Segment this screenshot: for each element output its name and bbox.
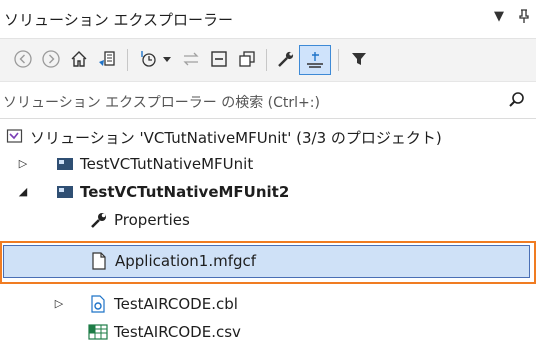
collapse-arrow-icon[interactable]: ◢ bbox=[16, 185, 30, 198]
expand-arrow-icon[interactable]: ▷ bbox=[16, 157, 30, 170]
home-icon[interactable] bbox=[66, 46, 92, 72]
search-icon[interactable] bbox=[508, 91, 526, 113]
project-icon bbox=[56, 183, 74, 201]
solution-explorer-toolbar bbox=[0, 39, 536, 82]
window-position-dropdown-icon[interactable]: ▼ bbox=[494, 9, 504, 27]
tree-item-project[interactable]: ◢ TestVCTutNativeMFUnit2 bbox=[0, 178, 536, 206]
cobol-file-icon bbox=[90, 295, 108, 313]
tree-item-label: Properties bbox=[114, 211, 190, 229]
show-all-files-icon[interactable] bbox=[234, 46, 260, 72]
tree-item-label: TestVCTutNativeMFUnit bbox=[80, 155, 254, 173]
solution-icon bbox=[6, 127, 24, 145]
tree-item-solution[interactable]: ソリューション 'VCTutNativeMFUnit' (3/3 のプロジェクト… bbox=[0, 122, 536, 150]
properties-wrench-icon[interactable] bbox=[273, 46, 299, 72]
tree-item-label: TestVCTutNativeMFUnit2 bbox=[80, 183, 290, 201]
toolbar-separator bbox=[338, 49, 339, 71]
tree-item-project[interactable]: ▷ TestVCTutNativeMFUnit bbox=[0, 150, 536, 178]
toolbar-separator bbox=[266, 49, 267, 71]
expand-arrow-icon[interactable]: ▷ bbox=[52, 297, 66, 310]
tree-item-file[interactable]: ▷ TestAIRCODE.cbl bbox=[0, 290, 536, 318]
filter-icon[interactable] bbox=[346, 46, 372, 72]
search-bar[interactable]: ソリューション エクスプローラー の検索 (Ctrl+:) bbox=[0, 84, 536, 119]
toolbar-separator bbox=[127, 49, 128, 71]
auto-hide-pin-icon[interactable] bbox=[518, 9, 530, 27]
wrench-icon bbox=[90, 211, 108, 229]
tree-item-properties[interactable]: Properties bbox=[0, 206, 536, 234]
project-icon bbox=[56, 155, 74, 173]
search-input[interactable]: ソリューション エクスプローラー の検索 (Ctrl+:) bbox=[3, 92, 320, 112]
pending-changes-dropdown-icon[interactable] bbox=[160, 46, 174, 72]
switch-views-icon[interactable] bbox=[94, 46, 120, 72]
forward-icon[interactable] bbox=[38, 46, 64, 72]
tree-item-label: TestAIRCODE.csv bbox=[114, 323, 241, 341]
back-icon[interactable] bbox=[10, 46, 36, 72]
tree-item-label: Application1.mfgcf bbox=[115, 252, 257, 270]
tree-item-file[interactable]: TestAIRCODE.csv bbox=[0, 318, 536, 346]
collapse-all-icon[interactable] bbox=[206, 46, 232, 72]
tree-item-label: TestAIRCODE.cbl bbox=[114, 295, 238, 313]
csv-file-icon bbox=[88, 323, 108, 341]
panel-title: ソリューション エクスプローラー bbox=[4, 11, 234, 29]
tree-item-selected-file[interactable]: Application1.mfgcf bbox=[3, 245, 530, 278]
panel-title-bar: ソリューション エクスプローラー ▼ bbox=[0, 0, 536, 39]
file-icon bbox=[91, 252, 109, 270]
tree-item-label: ソリューション 'VCTutNativeMFUnit' (3/3 のプロジェクト… bbox=[30, 129, 442, 147]
sync-with-active-document-icon[interactable] bbox=[178, 46, 204, 72]
title-bar-controls: ▼ bbox=[494, 9, 530, 27]
preview-selected-items-icon[interactable] bbox=[299, 45, 331, 75]
pending-changes-filter-icon[interactable] bbox=[135, 46, 161, 72]
